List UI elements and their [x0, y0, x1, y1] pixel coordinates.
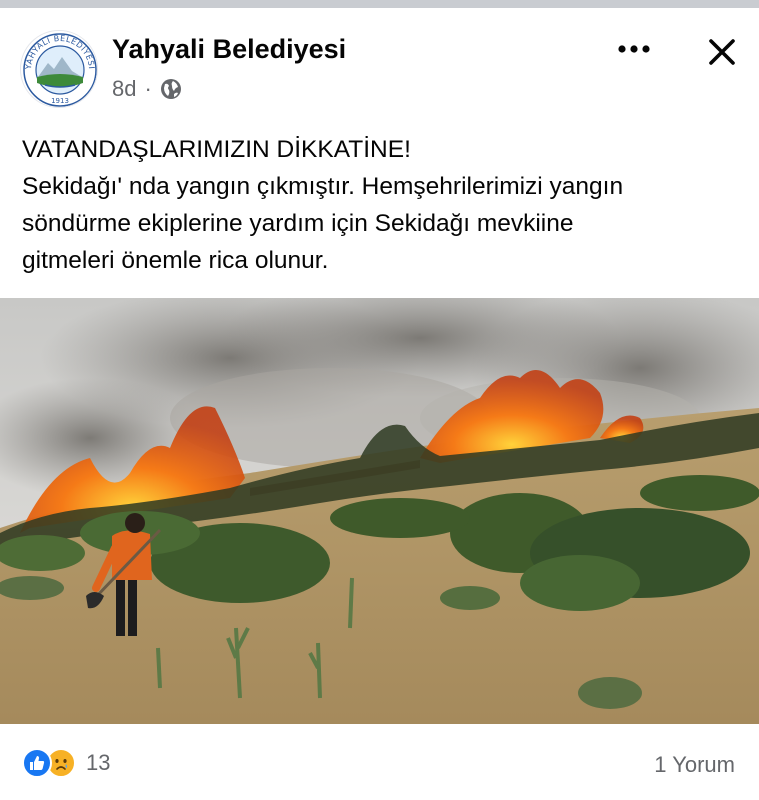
- globe-icon[interactable]: [160, 78, 182, 100]
- avatar[interactable]: YAHYALI BELEDİYESİ 1913: [20, 30, 98, 108]
- close-icon: [709, 39, 735, 65]
- wildfire-photo: [0, 298, 759, 724]
- municipality-logo: YAHYALI BELEDİYESİ 1913: [21, 31, 97, 107]
- post-photo[interactable]: [0, 298, 759, 724]
- reactions-summary[interactable]: 13: [22, 748, 110, 778]
- comment-count-link[interactable]: 1 Yorum: [654, 752, 735, 778]
- post-time[interactable]: 8d: [112, 76, 136, 102]
- logo-year: 1913: [51, 97, 69, 105]
- post-header: YAHYALI BELEDİYESİ 1913 Yahyali Belediye…: [0, 8, 759, 108]
- post-footer: 13 1 Yorum: [0, 724, 759, 800]
- post-meta: 8d ·: [112, 76, 182, 102]
- meta-separator: ·: [144, 76, 152, 101]
- ellipsis-icon: [618, 45, 650, 53]
- reaction-count: 13: [86, 750, 111, 775]
- post-text: VATANDAŞLARIMIZIN DİKKATİNE! Sekidağı' n…: [22, 131, 747, 279]
- post-text-line: söndürme ekiplerine yardım için Sekidağı…: [22, 210, 574, 237]
- post-text-line: Sekidağı' nda yangın çıkmıştır. Hemşehri…: [22, 173, 624, 200]
- like-icon: [22, 748, 52, 778]
- post-text-line: VATANDAŞLARIMIZIN DİKKATİNE!: [22, 136, 411, 163]
- close-button[interactable]: [700, 30, 744, 74]
- post-text-line: gitmeleri önemle rica olunur.: [22, 247, 329, 274]
- top-divider: [0, 0, 759, 8]
- author-name[interactable]: Yahyali Belediyesi: [112, 34, 346, 65]
- more-options-button[interactable]: [612, 34, 656, 64]
